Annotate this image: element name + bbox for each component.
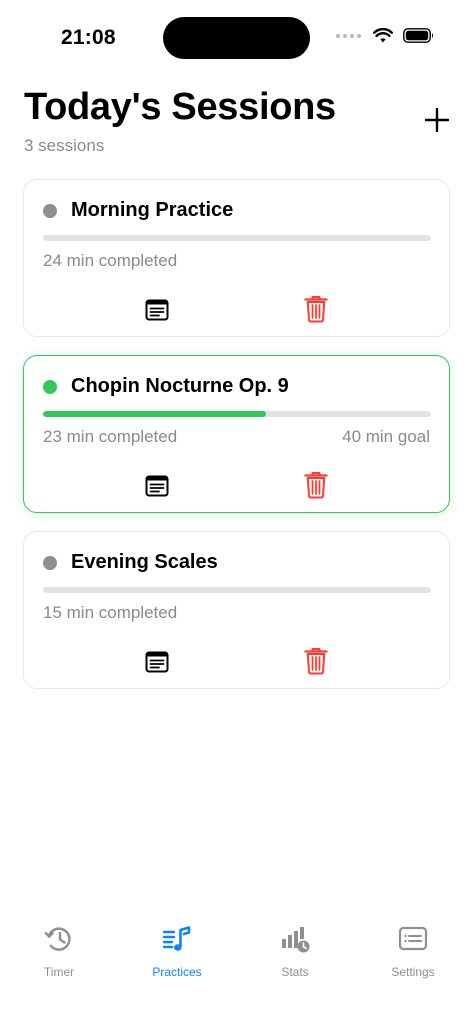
session-title: Morning Practice <box>71 199 234 221</box>
status-time: 21:08 <box>61 26 116 49</box>
tab-label: Settings <box>391 965 435 979</box>
status-dot <box>43 380 57 394</box>
notes-icon[interactable] <box>145 650 169 674</box>
completed-time: 23 min completed <box>43 427 178 446</box>
cellular-signal-icon <box>336 33 361 38</box>
battery-icon <box>403 28 433 43</box>
goal-time: 40 min goal <box>342 427 430 446</box>
tab-stats[interactable]: Stats <box>250 924 340 979</box>
page-title: Today's Sessions <box>24 86 336 128</box>
trash-icon[interactable] <box>304 471 328 499</box>
session-count: 3 sessions <box>24 136 105 155</box>
session-title: Evening Scales <box>71 551 218 573</box>
dynamic-island <box>163 17 310 59</box>
tab-label: Stats <box>281 965 309 979</box>
session-card[interactable]: Evening Scales 15 min completed <box>23 531 450 689</box>
status-bar: 21:08 <box>0 0 473 78</box>
tab-settings[interactable]: Settings <box>368 924 458 979</box>
tab-practices[interactable]: Practices <box>132 924 222 979</box>
session-title: Chopin Nocturne Op. 9 <box>71 375 289 397</box>
chart-clock-icon <box>282 927 310 953</box>
list-window-icon <box>398 926 428 951</box>
status-dot <box>43 204 57 218</box>
tab-timer[interactable]: Timer <box>14 924 104 979</box>
progress-bar <box>43 235 431 241</box>
tab-label: Practices <box>152 965 202 979</box>
progress-bar <box>43 587 431 593</box>
completed-time: 24 min completed <box>43 251 178 270</box>
plus-icon[interactable] <box>425 108 449 132</box>
status-dot <box>43 556 57 570</box>
trash-icon[interactable] <box>304 647 328 675</box>
status-indicators <box>336 28 435 43</box>
completed-time: 15 min completed <box>43 603 178 622</box>
notes-icon[interactable] <box>145 298 169 322</box>
wifi-icon <box>373 28 393 43</box>
history-clock-icon <box>44 927 71 951</box>
tab-label: Timer <box>43 965 75 979</box>
notes-icon[interactable] <box>145 474 169 498</box>
session-card-active[interactable]: Chopin Nocturne Op. 9 23 min completed 4… <box>23 355 450 513</box>
progress-bar <box>43 411 431 417</box>
tab-bar: Timer Practices Stats Settings <box>0 910 473 1024</box>
trash-icon[interactable] <box>304 295 328 323</box>
progress-fill <box>43 411 267 417</box>
session-card[interactable]: Morning Practice 24 min completed <box>23 179 450 337</box>
music-list-icon <box>162 926 191 951</box>
